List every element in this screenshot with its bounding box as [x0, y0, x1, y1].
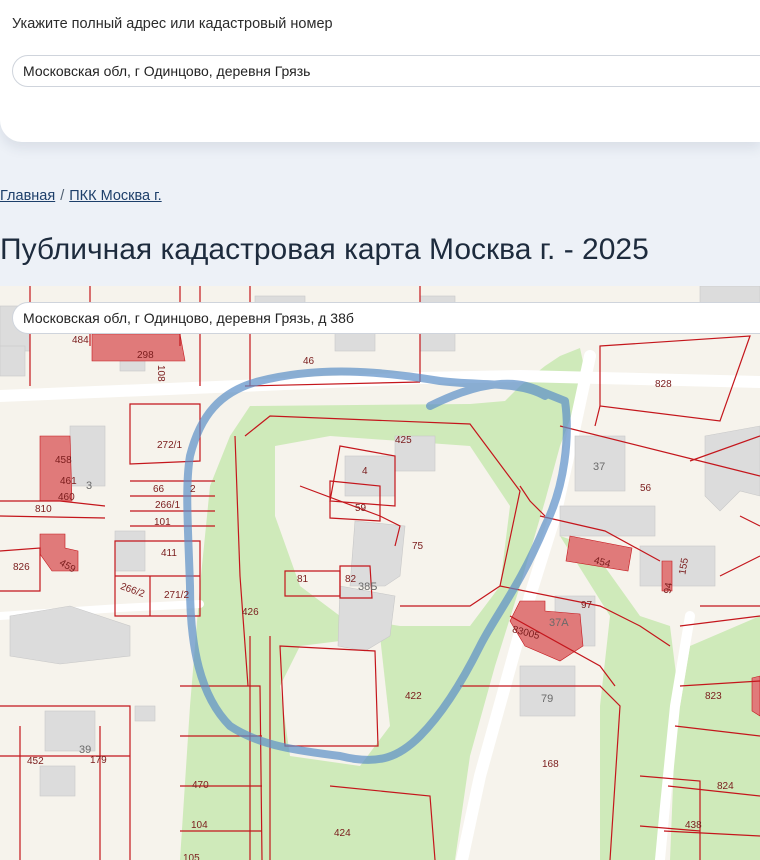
breadcrumb: Главная / ПКК Москва г. — [0, 188, 162, 204]
parcel-label: 46 — [303, 356, 315, 367]
cadastral-map[interactable]: 484 298 108 46 828 272/1 425 37 458 461 … — [0, 286, 760, 860]
parcel-label: 266/2 — [119, 581, 147, 600]
building-label: 3 — [86, 480, 92, 492]
parcel-label: 81 — [297, 574, 309, 585]
breadcrumb-home-link[interactable]: Главная — [0, 188, 55, 204]
building-label: 39 — [79, 744, 91, 756]
parcel-label: 2 — [190, 484, 196, 495]
parcel-label: 824 — [717, 781, 734, 792]
parcel-label: 4 — [362, 466, 368, 477]
parcel-label: 271/2 — [164, 590, 189, 601]
parcel-label: 298 — [137, 350, 154, 361]
building-label: 37А — [549, 617, 569, 629]
parcel-label: 461 — [60, 476, 77, 487]
parcel-label: 458 — [55, 455, 72, 466]
breadcrumb-current-link[interactable]: ПКК Москва г. — [69, 188, 161, 204]
parcel-label: 424 — [334, 828, 351, 839]
parcel-label: 59 — [355, 503, 367, 514]
parcel-label: 470 — [192, 780, 209, 791]
parcel-label: 828 — [655, 379, 672, 390]
building-label: 79 — [541, 693, 553, 705]
parcel-label: 82 — [345, 574, 357, 585]
parcel-label: 425 — [395, 435, 412, 446]
parcel-label: 66 — [153, 484, 165, 495]
address-search-input[interactable] — [12, 55, 760, 87]
page-title: Публичная кадастровая карта Москва г. - … — [0, 233, 649, 266]
parcel-label: 179 — [90, 755, 107, 766]
parcel-label: 823 — [705, 691, 722, 702]
parcel-label: 105 — [183, 853, 200, 860]
parcel-label: 97 — [581, 600, 593, 611]
building-label: 37 — [593, 461, 605, 473]
building-label: 38Б — [358, 581, 377, 593]
parcel-label: 411 — [161, 548, 177, 559]
parcel-label: 826 — [13, 562, 30, 573]
parcel-label: 101 — [154, 517, 171, 528]
parcel-label: 104 — [191, 820, 208, 831]
parcel-label: 460 — [58, 492, 75, 503]
parcel-label: 438 — [685, 820, 702, 831]
parcel-label: 426 — [242, 607, 259, 618]
parcel-label: 422 — [405, 691, 422, 702]
map-canvas[interactable]: 484 298 108 46 828 272/1 425 37 458 461 … — [0, 286, 760, 860]
parcel-label: 452 — [27, 756, 44, 767]
address-search-card: Укажите полный адрес или кадастровый ном… — [0, 0, 760, 142]
breadcrumb-separator: / — [60, 188, 65, 204]
parcel-label: 266/1 — [155, 500, 180, 511]
parcel-label: 56 — [640, 483, 652, 494]
address-search-label: Укажите полный адрес или кадастровый ном… — [12, 16, 333, 32]
parcel-label: 108 — [155, 365, 166, 382]
parcel-label: 168 — [542, 759, 559, 770]
parcel-label: 810 — [35, 504, 52, 515]
parcel-label: 75 — [412, 541, 424, 552]
map-address-input[interactable] — [12, 302, 760, 334]
parcel-label: 272/1 — [157, 440, 182, 451]
parcel-label: 484 — [72, 335, 89, 346]
